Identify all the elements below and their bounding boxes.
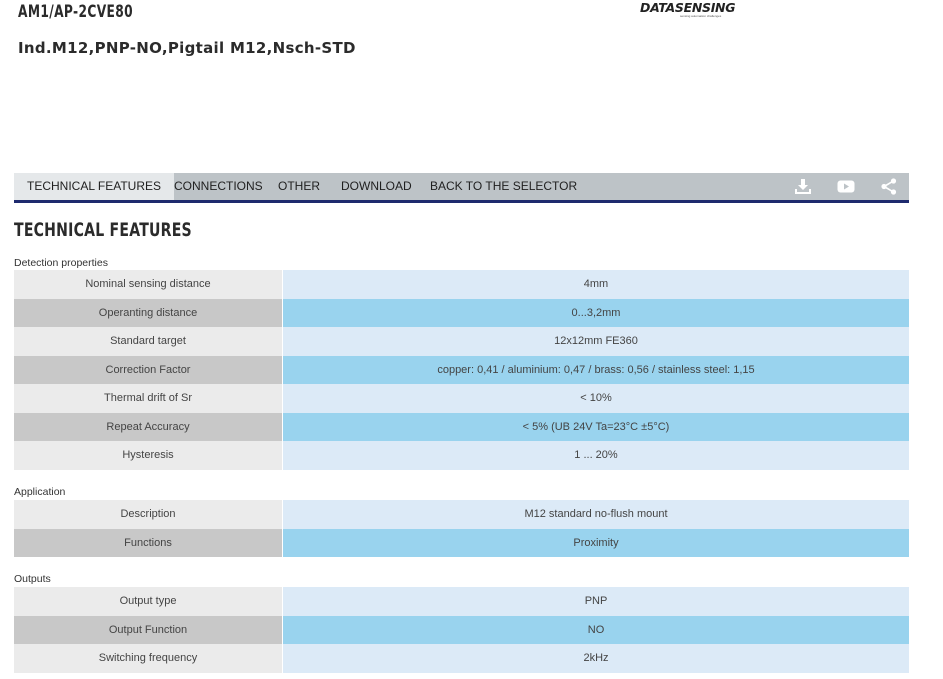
spec-key: Correction Factor	[14, 355, 283, 384]
spec-value: 0...3,2mm	[282, 298, 909, 327]
logo-tagline: sensing automation challenges	[680, 14, 722, 18]
spec-key: Switching frequency	[14, 644, 283, 673]
table-row: Standard target 12x12mm FE360	[14, 327, 909, 356]
spec-key: Repeat Accuracy	[14, 412, 283, 441]
spec-value: copper: 0,41 / aluminium: 0,47 / brass: …	[282, 355, 909, 384]
spec-value: 12x12mm FE360	[282, 327, 909, 356]
spec-key: Operanting distance	[14, 298, 283, 327]
table-row: Description M12 standard no-flush mount	[14, 500, 909, 529]
spec-value: 2kHz	[282, 644, 909, 673]
product-description: Ind.M12,PNP-NO,Pigtail M12,Nsch-STD	[18, 39, 356, 57]
tab-connections[interactable]: CONNECTIONS	[161, 173, 276, 200]
table-row: Repeat Accuracy < 5% (UB 24V Ta=23°C ±5°…	[14, 412, 909, 441]
group-label-application: Application	[14, 486, 66, 498]
spec-table-application: Description M12 standard no-flush mount …	[14, 500, 909, 557]
group-label-detection-properties: Detection properties	[14, 257, 108, 269]
tab-download[interactable]: DOWNLOAD	[328, 173, 425, 200]
group-label-outputs: Outputs	[14, 573, 51, 585]
spec-key: Output Function	[14, 615, 283, 644]
table-row: Output Function NO	[14, 615, 909, 644]
product-tab-bar: TECHNICAL FEATURES CONNECTIONS OTHER DOW…	[14, 173, 909, 203]
product-code: AM1/AP-2CVE80	[18, 2, 133, 22]
table-row: Hysteresis 1 ... 20%	[14, 441, 909, 470]
spec-key: Thermal drift of Sr	[14, 384, 283, 413]
table-row: Operanting distance 0...3,2mm	[14, 298, 909, 327]
share-icon[interactable]	[880, 178, 898, 195]
spec-value: < 10%	[282, 384, 909, 413]
spec-value: 1 ... 20%	[282, 441, 909, 470]
spec-value: M12 standard no-flush mount	[282, 500, 909, 529]
spec-key: Functions	[14, 528, 283, 557]
spec-table-outputs: Output type PNP Output Function NO Switc…	[14, 587, 909, 673]
tab-technical-features[interactable]: TECHNICAL FEATURES	[14, 173, 175, 200]
table-row: Nominal sensing distance 4mm	[14, 270, 909, 299]
spec-key: Standard target	[14, 327, 283, 356]
download-icon[interactable]	[794, 178, 812, 195]
datasensing-logo[interactable]: DATASENSING sensing automation challenge…	[640, 0, 736, 20]
spec-table-detection-properties: Nominal sensing distance 4mm Operanting …	[14, 270, 909, 470]
spec-value: Proximity	[282, 528, 909, 557]
table-row: Functions Proximity	[14, 528, 909, 557]
table-row: Output type PNP	[14, 587, 909, 616]
spec-value: < 5% (UB 24V Ta=23°C ±5°C)	[282, 412, 909, 441]
tab-other[interactable]: OTHER	[265, 173, 333, 200]
section-title: TECHNICAL FEATURES	[14, 219, 192, 241]
spec-value: 4mm	[282, 270, 909, 299]
spec-key: Nominal sensing distance	[14, 270, 283, 299]
tab-back-to-selector[interactable]: BACK TO THE SELECTOR	[417, 173, 590, 200]
table-row: Thermal drift of Sr < 10%	[14, 384, 909, 413]
spec-key: Output type	[14, 587, 283, 616]
spec-value: NO	[282, 615, 909, 644]
table-row: Correction Factor copper: 0,41 / alumini…	[14, 355, 909, 384]
table-row: Switching frequency 2kHz	[14, 644, 909, 673]
spec-key: Hysteresis	[14, 441, 283, 470]
spec-key: Description	[14, 500, 283, 529]
logo-text: DATASENSING	[640, 0, 736, 15]
youtube-icon[interactable]	[837, 178, 855, 195]
spec-value: PNP	[282, 587, 909, 616]
